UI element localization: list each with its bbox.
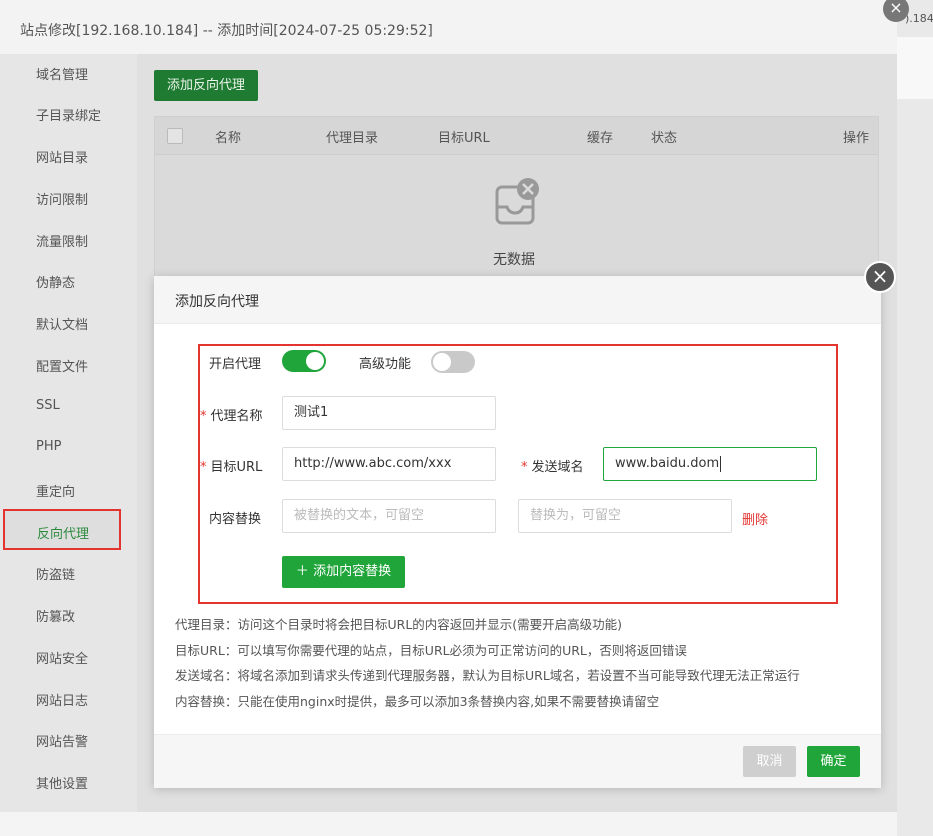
sidebar-item-access-limit[interactable]: 访问限制 <box>36 189 88 208</box>
sidebar-item-rewrite[interactable]: 伪静态 <box>36 272 75 291</box>
add-content-replace-label: 添加内容替换 <box>313 564 392 579</box>
table-header: 名称 代理目录 目标URL 缓存 状态 操作 <box>155 117 878 155</box>
delete-replace-link[interactable]: 删除 <box>742 509 768 528</box>
select-all-checkbox[interactable] <box>167 128 183 144</box>
column-cache: 缓存 <box>587 131 614 146</box>
modal-header: 添加反向代理 <box>154 276 881 324</box>
sidebar-item-redirect[interactable]: 重定向 <box>36 481 75 500</box>
send-domain-label-text: 发送域名 <box>531 460 584 475</box>
column-status: 状态 <box>651 131 678 146</box>
window-header: 站点修改[192.168.10.184] -- 添加时间[2024-07-25 … <box>0 0 897 55</box>
background-strip <box>897 37 933 99</box>
background-ip-text: ).184 <box>905 12 933 25</box>
column-name: 名称 <box>215 131 242 146</box>
close-icon[interactable]: × <box>864 261 896 293</box>
help-text-target-url: 目标URL：可以填写你需要代理的站点，目标URL必须为可正常访问的URL，否则将… <box>175 643 687 658</box>
toggle-knob <box>306 352 324 370</box>
sidebar-item-hotlink[interactable]: 防盗链 <box>36 564 75 583</box>
help-text-send-domain: 发送域名：将域名添加到请求头传递到代理服务器，默认为目标URL域名，若设置不当可… <box>175 668 800 683</box>
sidebar-item-logs[interactable]: 网站日志 <box>36 690 88 709</box>
target-url-input[interactable]: http://www.abc.com/xxx <box>282 447 496 481</box>
advanced-label: 高级功能 <box>359 357 412 372</box>
sidebar-item-label: 反向代理 <box>37 527 90 542</box>
required-mark: * <box>200 409 207 424</box>
help-text-proxy-dir: 代理目录：访问这个目录时将会把目标URL的内容返回并显示(需要开启高级功能) <box>175 617 623 632</box>
sidebar-item-security[interactable]: 网站安全 <box>36 648 88 667</box>
send-domain-value: www.baidu.dom <box>615 456 720 471</box>
window-title: 站点修改[192.168.10.184] -- 添加时间[2024-07-25 … <box>20 23 433 39</box>
sidebar-item-subdir[interactable]: 子目录绑定 <box>36 105 101 124</box>
help-text-content-replace: 内容替换：只能在使用nginx时提供，最多可以添加3条替换内容,如果不需要替换请… <box>175 694 660 709</box>
add-reverse-proxy-button[interactable]: 添加反向代理 <box>154 70 258 101</box>
add-content-replace-button[interactable]: ＋ 添加内容替换 <box>282 556 405 588</box>
sidebar-item-traffic-limit[interactable]: 流量限制 <box>36 231 88 250</box>
column-actions: 操作 <box>843 131 870 146</box>
column-proxy-dir: 代理目录 <box>326 131 379 146</box>
sidebar-item-domain[interactable]: 域名管理 <box>36 64 88 83</box>
sidebar-item-php[interactable]: PHP <box>36 439 61 454</box>
empty-text: 无数据 <box>493 252 535 268</box>
send-domain-input[interactable]: www.baidu.dom <box>603 447 817 481</box>
sidebar-item-other[interactable]: 其他设置 <box>36 773 88 792</box>
required-mark: * <box>200 460 207 475</box>
required-mark: * <box>521 460 528 475</box>
cancel-button[interactable]: 取消 <box>743 746 796 777</box>
sidebar-item-reverse-proxy[interactable]: 反向代理 <box>3 509 121 550</box>
sidebar-item-alerts[interactable]: 网站告警 <box>36 731 88 750</box>
sidebar-item-tamper[interactable]: 防篡改 <box>36 606 75 625</box>
background-page: ).184 <box>897 0 933 836</box>
target-url-label: * 目标URL <box>200 456 262 475</box>
proxy-table: 名称 代理目录 目标URL 缓存 状态 操作 无数据 <box>154 116 879 286</box>
modal-title: 添加反向代理 <box>175 294 259 310</box>
sidebar-item-default-doc[interactable]: 默认文档 <box>36 314 88 333</box>
content-replace-label: 内容替换 <box>209 512 262 527</box>
toggle-knob <box>433 353 451 371</box>
confirm-button[interactable]: 确定 <box>807 746 860 777</box>
enable-proxy-toggle[interactable] <box>282 350 326 372</box>
replace-from-input[interactable]: 被替换的文本，可留空 <box>282 499 496 533</box>
text-caret <box>720 455 722 472</box>
sidebar-item-site-dir[interactable]: 网站目录 <box>36 147 88 166</box>
empty-box-icon <box>495 177 541 231</box>
replace-to-input[interactable]: 替换为，可留空 <box>518 499 732 533</box>
sidebar-item-ssl[interactable]: SSL <box>36 398 60 413</box>
advanced-toggle[interactable] <box>431 351 475 373</box>
enable-proxy-label: 开启代理 <box>209 357 262 372</box>
sidebar-item-config[interactable]: 配置文件 <box>36 356 88 375</box>
plus-icon: ＋ <box>295 564 314 579</box>
proxy-name-label: * 代理名称 <box>200 405 263 424</box>
proxy-name-label-text: 代理名称 <box>210 409 263 424</box>
column-target-url: 目标URL <box>438 131 490 146</box>
send-domain-label: * 发送域名 <box>521 456 584 475</box>
proxy-name-input[interactable]: 测试1 <box>282 396 496 430</box>
target-url-label-text: 目标URL <box>210 460 263 475</box>
